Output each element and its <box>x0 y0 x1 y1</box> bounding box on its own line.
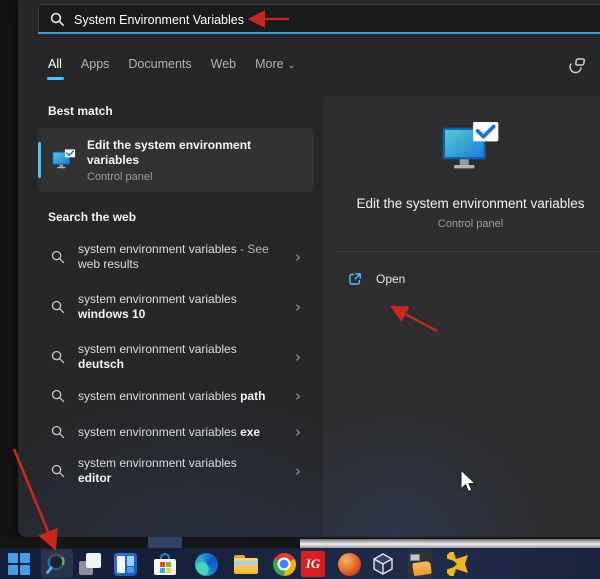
chevron-right-icon: › <box>295 386 301 405</box>
filter-tabs: All Apps Documents Web More ⌄ <box>47 57 295 80</box>
search-flyout-panel: All Apps Documents Web More⌄ Best match <box>18 0 600 537</box>
open-button-label: Open <box>376 272 406 286</box>
file-explorer-button[interactable] <box>233 551 259 577</box>
open-button[interactable]: Open <box>336 264 600 294</box>
folder-utility-app-icon <box>408 551 432 577</box>
chrome-icon <box>272 552 296 576</box>
divider <box>336 251 600 252</box>
tab-documents[interactable]: Documents <box>128 57 191 80</box>
best-match-item[interactable]: Edit the system environment variables Co… <box>38 128 314 192</box>
microsoft-store-button[interactable] <box>152 551 178 577</box>
chevron-right-icon: › <box>295 297 301 316</box>
chevron-right-icon: › <box>295 247 301 266</box>
chrome-browser-button[interactable] <box>271 551 297 577</box>
web-suggestion-item[interactable]: system environment variables - See web r… <box>38 238 314 276</box>
web-suggestion-item[interactable]: system environment variables exe › <box>38 419 314 445</box>
preview-subtitle: Control panel <box>437 218 504 230</box>
windows-start-button[interactable] <box>6 551 32 577</box>
chevron-down-icon: ⌄ <box>287 60 296 70</box>
search-the-web-header: Search the web <box>48 210 137 224</box>
widgets-icon <box>113 552 137 576</box>
search-icon <box>51 300 65 313</box>
search-input[interactable] <box>74 12 434 27</box>
cube-app-button[interactable] <box>370 551 396 577</box>
orange-globe-app-icon <box>337 552 361 576</box>
search-icon <box>51 350 65 363</box>
preview-pane: Edit the system environment variables Co… <box>323 96 600 537</box>
search-box[interactable] <box>38 4 600 34</box>
task-view-icon <box>79 553 101 575</box>
yellow-arrows-app-button[interactable] <box>446 551 472 577</box>
widgets-button[interactable] <box>112 551 138 577</box>
ig-app-icon: IG <box>301 551 325 577</box>
web-suggestion-item[interactable]: system environment variables deutsch › <box>38 338 314 376</box>
edge-icon <box>194 552 218 576</box>
search-box-accent-underline <box>38 32 600 34</box>
tab-more[interactable]: More ⌄ <box>255 57 295 80</box>
search-icon <box>50 12 64 26</box>
microsoft-store-icon <box>154 553 176 575</box>
desktop-gap-strip <box>0 537 600 548</box>
search-icon <box>51 425 65 438</box>
chevron-right-icon: › <box>295 347 301 366</box>
wallpaper-patch <box>148 537 182 548</box>
web-suggestion-item[interactable]: system environment variables windows 10 … <box>38 288 314 326</box>
open-external-icon <box>349 273 361 285</box>
windows-logo-icon <box>8 553 30 575</box>
system-properties-monitor-check-icon <box>442 122 498 169</box>
chevron-right-icon: › <box>295 422 301 441</box>
preview-title: Edit the system environment variables <box>356 196 585 211</box>
best-match-header: Best match <box>48 104 113 118</box>
tab-apps[interactable]: Apps <box>81 57 110 80</box>
best-match-title: Edit the system environment variables <box>87 137 252 167</box>
edge-browser-button[interactable] <box>193 551 219 577</box>
tab-web[interactable]: Web <box>211 57 236 80</box>
system-properties-monitor-check-icon <box>52 149 76 169</box>
tab-all[interactable]: All <box>47 57 64 80</box>
cube-app-icon <box>373 553 393 575</box>
taskbar-search-icon <box>46 553 65 574</box>
chevron-right-icon: › <box>295 461 301 480</box>
search-icon <box>51 389 65 402</box>
orange-globe-app-button[interactable] <box>336 551 362 577</box>
task-view-button[interactable] <box>77 551 103 577</box>
folder-utility-app-button[interactable] <box>407 551 433 577</box>
web-suggestion-item[interactable]: system environment variables path › <box>38 383 314 409</box>
ig-app-button[interactable]: IG <box>300 551 326 577</box>
search-options-icon[interactable] <box>566 55 588 77</box>
background-window-edge <box>300 539 600 548</box>
best-match-subtitle: Control panel <box>87 170 153 183</box>
taskbar: IG <box>0 548 600 579</box>
file-explorer-icon <box>234 554 258 574</box>
taskbar-search-button[interactable] <box>44 551 70 577</box>
search-icon <box>51 250 65 263</box>
search-icon <box>51 464 65 477</box>
yellow-arrows-app-icon <box>447 552 468 576</box>
web-suggestion-item[interactable]: system environment variables editor › <box>38 452 314 490</box>
